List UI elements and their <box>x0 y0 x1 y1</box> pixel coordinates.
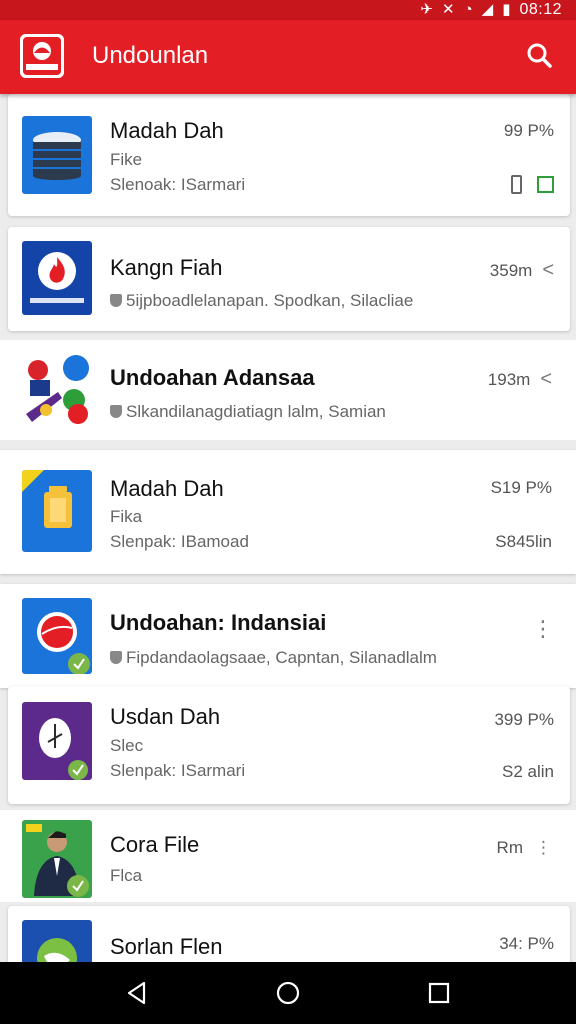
item-size: Rm ⋮ <box>497 838 552 858</box>
item-title: Usdan Dah <box>110 704 221 729</box>
item-size: 359m <box>489 261 533 280</box>
item-progress: 399 P% <box>494 710 554 729</box>
item-progress: 34: P% <box>499 934 554 953</box>
item-speed: S2 alin <box>502 762 554 781</box>
item-meta: 193m < <box>488 368 552 391</box>
status-time: 08:12 <box>519 1 562 18</box>
shield-icon <box>110 405 122 418</box>
item-title: Undoahan Adansaa <box>110 365 315 390</box>
list-item[interactable]: Undoahan: Indansiai Fipdandaolagsaae, Ca… <box>0 584 576 688</box>
item-progress: 99 P% <box>503 121 554 140</box>
more-options-icon[interactable]: ⋮ <box>535 838 552 857</box>
clock-icon <box>22 702 92 780</box>
item-size: Slenpak: IBamoad <box>110 532 249 551</box>
item-progress: S19 P% <box>490 478 552 497</box>
shield-icon <box>110 651 122 664</box>
item-title: Sorlan Flen <box>110 934 223 959</box>
item-description: Slkandilanagdiatiagn lalm, Samian <box>110 402 386 422</box>
item-description-text: 5ijpboadlelanapan. Spodkan, Silacliae <box>126 291 414 310</box>
item-title: Madah Dah <box>110 476 224 501</box>
item-description: 5ijpboadlelanapan. Spodkan, Silacliae <box>110 291 413 311</box>
status-icons: ✈ ✕ ◔ ◢ ▮ 08:12 <box>420 1 562 19</box>
no-wifi-icon: ✕ <box>442 1 455 18</box>
more-options-icon[interactable]: ⋮ <box>532 618 554 640</box>
globe-icon <box>22 920 92 962</box>
search-button[interactable] <box>522 38 558 74</box>
item-meta: 359m < <box>490 259 554 282</box>
list-item[interactable]: Kangn Fiah 5ijpboadlelanapan. Spodkan, S… <box>8 227 570 331</box>
item-status-icons <box>511 174 554 195</box>
cell-icon: ◢ <box>481 1 494 18</box>
signal-icon: ✈ <box>420 1 433 18</box>
recents-icon <box>428 982 450 1004</box>
item-description-text: Fipdandaolagsaae, Capntan, Silanadlalm <box>126 648 437 667</box>
app-logo[interactable] <box>20 34 64 78</box>
stack-icon <box>22 116 92 194</box>
item-title: Madah Dah <box>110 118 224 143</box>
item-size: Slenoak: ISarmari <box>110 175 246 194</box>
item-type: Slec <box>110 736 144 755</box>
navigation-bar <box>0 962 576 1024</box>
app-title: Undounlan <box>92 42 209 69</box>
battery-icon: ▮ <box>502 1 511 18</box>
document-icon <box>22 470 92 552</box>
shield-icon <box>110 294 122 307</box>
recents-button[interactable] <box>424 978 454 1008</box>
chevron-left-icon[interactable]: < <box>542 259 554 281</box>
item-size: 193m <box>487 370 531 389</box>
back-icon <box>127 981 146 1005</box>
app-bar: Undounlan <box>0 20 576 94</box>
phone-icon <box>511 175 523 195</box>
person-icon <box>22 820 92 898</box>
item-type: Fike <box>110 150 143 169</box>
chevron-left-icon[interactable]: < <box>540 368 552 390</box>
list-item[interactable]: Sorlan Flen 34: P% <box>8 906 570 962</box>
item-title: Kangn Fiah <box>110 255 223 280</box>
item-description: Fipdandaolagsaae, Capntan, Silanadlalm <box>110 648 437 668</box>
collage-icon <box>22 352 92 428</box>
download-list[interactable]: Madah Dah Fike Slenoak: ISarmari 99 P% K… <box>0 94 576 962</box>
search-icon <box>527 43 552 68</box>
status-bar: ✈ ✕ ◔ ◢ ▮ 08:12 <box>0 0 576 20</box>
flame-icon <box>22 241 92 315</box>
item-speed: S845lin <box>495 532 552 551</box>
wifi-icon: ◔ <box>463 1 473 18</box>
back-button[interactable] <box>122 978 152 1008</box>
item-type: Flca <box>110 866 143 885</box>
item-title: Cora File <box>110 832 200 857</box>
list-item[interactable]: Usdan Dah Slec Slenpak: ISarmari 399 P% … <box>8 686 570 804</box>
item-title: Undoahan: Indansiai <box>110 610 327 635</box>
item-type: Fika <box>110 507 143 526</box>
list-item[interactable]: Undoahan Adansaa Slkandilanagdiatiagn la… <box>0 340 576 440</box>
ball-icon <box>22 598 92 674</box>
list-item[interactable]: Cora File Flca Rm ⋮ <box>0 810 576 902</box>
item-size: Slenpak: ISarmari <box>110 761 246 780</box>
list-item[interactable]: Madah Dah Fika Slenpak: IBamoad S19 P% S… <box>0 450 576 574</box>
home-button[interactable] <box>273 978 303 1008</box>
item-size-text: Rm <box>496 838 523 857</box>
item-description-text: Slkandilanagdiatiagn lalm, Samian <box>126 402 386 421</box>
list-item[interactable]: Madah Dah Fike Slenoak: ISarmari 99 P% <box>8 94 570 216</box>
home-icon <box>276 981 300 1005</box>
green-square-icon <box>537 176 554 194</box>
